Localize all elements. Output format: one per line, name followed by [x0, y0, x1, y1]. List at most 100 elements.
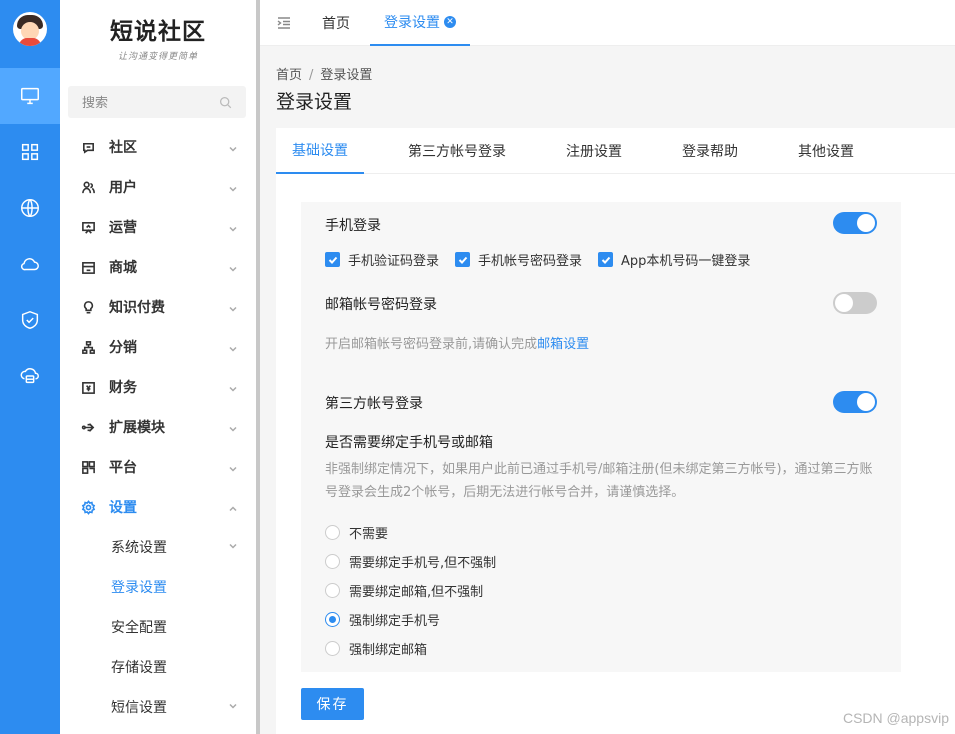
checkbox-checked-icon[interactable] — [455, 252, 471, 267]
radio-phone-required[interactable]: 强制绑定手机号 — [325, 605, 496, 634]
sidebar-item-label: 设置 — [109, 500, 137, 516]
chevron-up-icon — [228, 502, 238, 512]
sidebar-subitem-storage[interactable]: 存储设置 — [60, 647, 256, 687]
rail-shield-icon[interactable] — [0, 292, 60, 348]
third-party-login-toggle[interactable] — [833, 391, 877, 413]
sidebar-subitem-label: 短信设置 — [111, 700, 167, 716]
sidebar-item-operations[interactable]: 运营 — [60, 207, 256, 247]
radio-email-required[interactable]: 强制绑定邮箱 — [325, 634, 496, 663]
sidebar-item-extensions[interactable]: 扩展模块 — [60, 407, 256, 447]
rail-cloud-icon[interactable] — [0, 236, 60, 292]
tab-home[interactable]: 首页 — [308, 0, 364, 46]
rail-grid-icon[interactable] — [0, 124, 60, 180]
sidebar-item-settings[interactable]: 设置 — [60, 487, 256, 527]
sidebar-item-distribution[interactable]: 分销 — [60, 327, 256, 367]
sidebar-item-knowledge[interactable]: 知识付费 — [60, 287, 256, 327]
search-icon[interactable] — [219, 96, 232, 109]
tab-login-help[interactable]: 登录帮助 — [666, 128, 754, 174]
sidebar-subitem-system-settings[interactable]: 系统设置 — [60, 527, 256, 567]
radio-email-optional[interactable]: 需要绑定邮箱,但不强制 — [325, 576, 496, 605]
tab-basic-settings[interactable]: 基础设置 — [276, 128, 364, 174]
sidebar-item-users[interactable]: 用户 — [60, 167, 256, 207]
sidebar-subitem-security[interactable]: 安全配置 — [60, 607, 256, 647]
sidebar-item-finance[interactable]: 财务 — [60, 367, 256, 407]
page-title: 登录设置 — [276, 91, 353, 113]
extension-icon — [80, 419, 96, 435]
tab-register-settings[interactable]: 注册设置 — [550, 128, 638, 174]
radio-circle[interactable] — [325, 641, 340, 656]
sidebar-subitem-label: 系统设置 — [111, 540, 167, 556]
phone-login-toggle[interactable] — [833, 212, 877, 234]
chevron-down-icon — [228, 262, 238, 272]
radio-circle[interactable] — [325, 554, 340, 569]
chevron-down-icon — [228, 342, 238, 352]
binding-description: 非强制绑定情况下，如果用户此前已通过手机号/邮箱注册(但未绑定第三方帐号)，通过… — [325, 462, 873, 500]
checkbox-sms-code-login[interactable]: 手机验证码登录 — [325, 250, 439, 269]
chevron-down-icon — [228, 699, 238, 715]
hierarchy-icon — [80, 339, 96, 355]
chevron-down-icon — [228, 142, 238, 152]
basic-settings-panel: 手机登录 手机验证码登录 手机帐号密码登录 App本机号码一键登录 邮箱帐号密码… — [301, 202, 901, 672]
tab-label: 登录设置 — [384, 14, 440, 31]
email-settings-link[interactable]: 邮箱设置 — [537, 337, 589, 352]
breadcrumb-home[interactable]: 首页 — [276, 68, 302, 83]
sidebar-item-label: 知识付费 — [109, 300, 165, 316]
phone-login-title: 手机登录 — [325, 218, 381, 234]
radio-no-binding[interactable]: 不需要 — [325, 518, 496, 547]
radio-circle[interactable] — [325, 583, 340, 598]
radio-label: 强制绑定邮箱 — [349, 643, 428, 658]
settings-tabs: 基础设置 第三方帐号登录 注册设置 登录帮助 其他设置 — [276, 128, 955, 174]
checkbox-label: 手机验证码登录 — [348, 254, 440, 269]
radio-circle[interactable] — [325, 525, 340, 540]
presentation-icon — [80, 219, 96, 235]
binding-radio-group: 不需要 需要绑定手机号,但不强制 需要绑定邮箱,但不强制 强制绑定手机号 强制绑… — [325, 518, 496, 663]
sidebar-item-store[interactable]: 商城 — [60, 247, 256, 287]
tab-label: 首页 — [322, 15, 350, 32]
avatar[interactable] — [13, 12, 47, 46]
settings-card: 基础设置 第三方帐号登录 注册设置 登录帮助 其他设置 手机登录 手机验证码登录… — [276, 128, 955, 734]
save-button[interactable]: 保存 — [301, 688, 364, 720]
checkbox-app-one-click-login[interactable]: App本机号码一键登录 — [598, 250, 750, 269]
third-party-login-title: 第三方帐号登录 — [325, 396, 423, 412]
finance-icon — [80, 379, 96, 395]
brand-title: 短说社区 — [110, 18, 206, 45]
tab-third-party-login[interactable]: 第三方帐号登录 — [392, 128, 522, 174]
tab-login-settings[interactable]: 登录设置 ✕ — [370, 0, 470, 46]
checkbox-checked-icon[interactable] — [325, 252, 340, 267]
chevron-down-icon — [228, 422, 238, 432]
rail-monitor-icon[interactable] — [0, 68, 60, 124]
rail-cloud-storage-icon[interactable] — [0, 348, 60, 404]
brand-slogan: 让沟通变得更简单 — [117, 52, 198, 62]
sidebar-item-platform[interactable]: 平台 — [60, 447, 256, 487]
sidebar-search[interactable] — [68, 86, 246, 118]
sidebar-subitem-sms[interactable]: 短信设置 — [60, 687, 256, 727]
email-login-toggle[interactable] — [833, 292, 877, 314]
email-login-title: 邮箱帐号密码登录 — [325, 297, 437, 313]
checkbox-checked-icon[interactable] — [598, 252, 614, 267]
sidebar-subitem-label: 存储设置 — [111, 660, 167, 676]
chevron-down-icon — [228, 222, 238, 232]
sidebar-item-label: 平台 — [109, 460, 137, 476]
radio-phone-optional[interactable]: 需要绑定手机号,但不强制 — [325, 547, 496, 576]
search-input[interactable] — [82, 94, 202, 110]
binding-question: 是否需要绑定手机号或邮箱 — [325, 435, 493, 451]
brand-logo: 短说社区 让沟通变得更简单 — [60, 0, 256, 66]
sidebar-subitem-label: 安全配置 — [111, 620, 167, 636]
sidebar-item-label: 商城 — [109, 260, 137, 276]
checkbox-label: 手机帐号密码登录 — [478, 254, 583, 269]
close-icon[interactable]: ✕ — [444, 15, 456, 28]
sidebar-subitem-login-settings[interactable]: 登录设置 — [60, 567, 256, 607]
sidebar-item-community[interactable]: 社区 — [60, 127, 256, 167]
rail-globe-icon[interactable] — [0, 180, 60, 236]
radio-circle[interactable] — [325, 612, 340, 627]
tab-other-settings[interactable]: 其他设置 — [782, 128, 870, 174]
checkbox-phone-password-login[interactable]: 手机帐号密码登录 — [455, 250, 582, 269]
email-login-hint: 开启邮箱帐号密码登录前,请确认完成邮箱设置 — [325, 333, 589, 352]
sidebar-item-label: 社区 — [109, 140, 137, 156]
radio-label: 需要绑定邮箱,但不强制 — [349, 585, 484, 600]
sidebar-item-label: 扩展模块 — [109, 420, 165, 436]
collapse-menu-icon[interactable] — [260, 16, 308, 29]
sidebar-menu: 社区 用户 运营 商城 知识付费 分销 财务 扩展模块 平台 设置 系统设置 登… — [60, 127, 256, 727]
sidebar-item-label: 用户 — [109, 180, 137, 196]
sidebar-splitter[interactable] — [256, 0, 260, 734]
